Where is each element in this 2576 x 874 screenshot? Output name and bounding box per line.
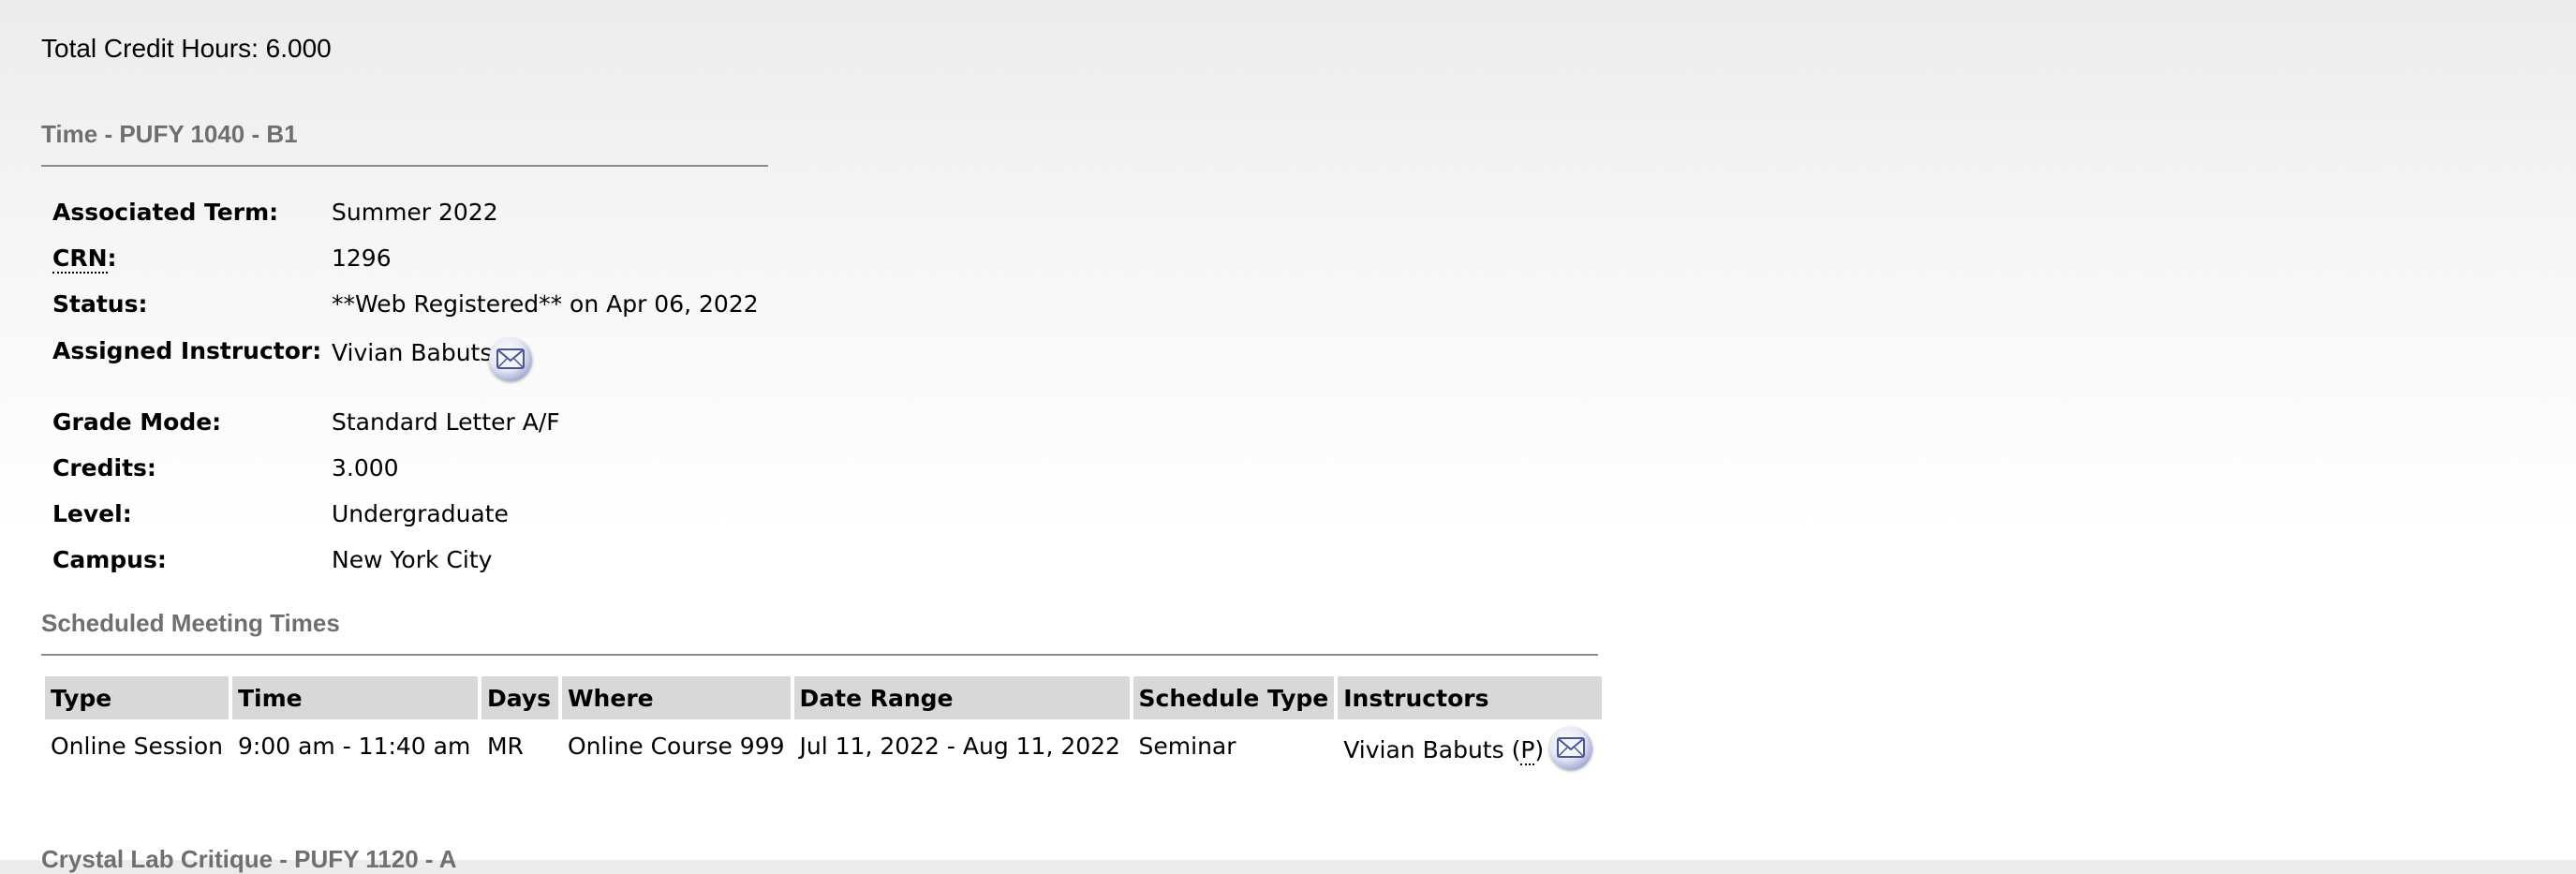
crn-abbr: CRN	[52, 244, 108, 274]
cell-days: MR	[486, 732, 524, 760]
col-days-header: Days	[481, 676, 558, 719]
cell-date-range: Jul 11, 2022 - Aug 11, 2022	[799, 732, 1120, 760]
col-where-header: Where	[561, 676, 791, 719]
email-instructor-icon[interactable]	[489, 338, 532, 381]
col-instructors-header: Instructors	[1338, 676, 1603, 719]
course-section-divider	[41, 165, 768, 167]
meeting-times-title: Scheduled Meeting Times	[41, 609, 340, 637]
status-value: **Web Registered** on Apr 06, 2022	[332, 290, 759, 318]
grade-mode-label: Grade Mode:	[52, 408, 222, 436]
term-value: Summer 2022	[332, 199, 498, 226]
cell-type: Online Session	[51, 732, 223, 760]
credits-label: Credits:	[52, 454, 156, 481]
instructor-name[interactable]: Vivian Babuts	[1343, 736, 1503, 763]
status-label: Status:	[52, 290, 148, 318]
cell-time: 9:00 am - 11:40 am	[237, 732, 471, 760]
course-section-title: Time - PUFY 1040 - B1	[41, 120, 298, 148]
grade-mode-value: Standard Letter A/F	[332, 408, 560, 436]
mail-envelope-icon	[496, 348, 525, 369]
table-row: Online Session 9:00 am - 11:40 am MR Onl…	[45, 719, 1602, 772]
mail-envelope-icon	[1557, 737, 1586, 758]
campus-label: Campus:	[52, 546, 167, 573]
instructor-role-open: (	[1511, 735, 1521, 763]
crn-label-suffix: :	[107, 244, 117, 272]
crn-value: 1296	[332, 244, 392, 272]
total-credit-hours: Total Credit Hours: 6.000	[41, 34, 332, 63]
email-instructor-icon-table[interactable]	[1549, 727, 1593, 770]
term-label: Associated Term:	[52, 199, 279, 226]
table-header-row: Type Time Days Where Date Range Schedule…	[45, 676, 1603, 719]
crn-label: CRN:	[52, 244, 117, 274]
cell-schedule-type: Seminar	[1138, 732, 1236, 760]
col-schedule-type-header: Schedule Type	[1133, 676, 1335, 719]
level-label: Level:	[52, 500, 132, 527]
instructor-role-close: )	[1534, 735, 1545, 763]
col-time-header: Time	[231, 676, 478, 719]
col-date-range-header: Date Range	[793, 676, 1130, 719]
cell-instructors: Vivian Babuts (P)	[1338, 719, 1602, 772]
primary-instructor-abbr: P	[1520, 735, 1535, 765]
col-type-header: Type	[45, 676, 229, 719]
level-value: Undergraduate	[332, 500, 509, 527]
instructor-label: Assigned Instructor:	[52, 337, 322, 364]
cell-where: Online Course 999	[567, 732, 785, 760]
meeting-times-table: Type Time Days Where Date Range Schedule…	[41, 676, 1606, 772]
campus-value: New York City	[332, 546, 493, 573]
instructor-value[interactable]: Vivian Babuts	[332, 339, 492, 366]
meeting-times-divider	[41, 654, 1598, 656]
credits-value: 3.000	[332, 454, 399, 481]
